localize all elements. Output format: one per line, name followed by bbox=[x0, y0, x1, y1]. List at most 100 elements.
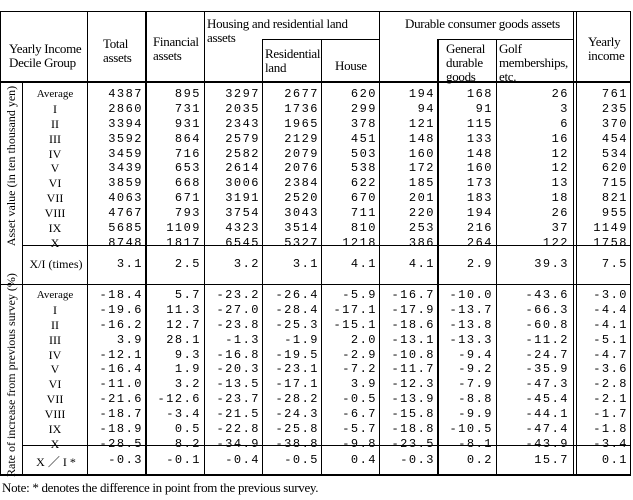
table-cell: -1.3 bbox=[225, 332, 260, 347]
group-label: IV bbox=[48, 146, 62, 161]
header-residential-land: Residential land bbox=[265, 46, 321, 75]
table-cell: 454 bbox=[601, 131, 628, 146]
table-cell: 1149 bbox=[593, 221, 628, 236]
table-cell: 160 bbox=[408, 146, 435, 161]
table-cell: 3191 bbox=[225, 191, 260, 206]
table-cell: 2.0 bbox=[350, 332, 377, 347]
table-cell: -18.9 bbox=[99, 422, 143, 437]
table-cell: -13.3 bbox=[449, 332, 493, 347]
table-cell: -16.4 bbox=[99, 362, 143, 377]
table-cell: 2076 bbox=[284, 161, 319, 176]
table-cell: 668 bbox=[174, 176, 201, 191]
table-cell: -13.1 bbox=[391, 332, 435, 347]
table-cell: -2.9 bbox=[342, 347, 377, 362]
table-cell: 1758 bbox=[593, 235, 628, 250]
rate-ratio-row-label: X ／ I * bbox=[36, 455, 76, 469]
table-cell: -17.9 bbox=[391, 302, 435, 317]
table-cell: 91 bbox=[475, 101, 493, 116]
divider bbox=[1, 284, 630, 285]
table-cell: -23.1 bbox=[275, 362, 319, 377]
rate-column-total-assets: -18.4 -19.6 -16.2 3.9 -12.1 -16.4 -11.0 -21.6 -1… bbox=[88, 288, 143, 452]
table-cell: 172 bbox=[408, 161, 435, 176]
group-label: VIII bbox=[44, 407, 66, 422]
table-cell: 2079 bbox=[284, 146, 319, 161]
table-cell: 160 bbox=[466, 161, 493, 176]
rate-column-residential-land: -26.4 -28.4 -25.3 -1.9 -19.5 -23.1 -17.1 -28.2-… bbox=[263, 288, 319, 452]
table-cell: 5.7 bbox=[174, 288, 201, 302]
table-cell: 3514 bbox=[284, 221, 319, 236]
table-cell: 173 bbox=[466, 176, 493, 191]
rate-ratio-row-cell: 0.1 bbox=[601, 453, 628, 467]
group-label: VII bbox=[46, 191, 64, 206]
header-total-assets: Total assets bbox=[103, 36, 132, 65]
table-cell: 3.9 bbox=[350, 377, 377, 392]
rate-ratio-row-cell: 0.4 bbox=[350, 453, 377, 467]
header-housing: Housing and residential land assets bbox=[207, 16, 348, 45]
table-cell: 264 bbox=[466, 235, 493, 250]
income-decile-asset-table: Yearly Income Decile Group Total assets … bbox=[0, 11, 631, 477]
table-cell: -26.4 bbox=[275, 288, 319, 302]
table-cell: 622 bbox=[350, 176, 377, 191]
table-cell: 3394 bbox=[108, 116, 143, 131]
header-golf: Golf memberships, etc. bbox=[499, 41, 568, 84]
table-cell: 1965 bbox=[284, 116, 319, 131]
table-cell: -23.7 bbox=[216, 392, 260, 407]
table-cell: -28.4 bbox=[275, 302, 319, 317]
table-cell: 1817 bbox=[166, 235, 201, 250]
group-labels-asset: Average I II III IV V VI VII VIII IX X bbox=[23, 87, 87, 251]
section-label-asset-value: Asset value (in ten thousand yen) bbox=[4, 85, 18, 247]
asset-value-column-house: 620 299 378 451 503 538 622 670 711 810 1218 bbox=[322, 87, 377, 251]
table-cell: 3439 bbox=[108, 161, 143, 176]
table-cell: 793 bbox=[174, 206, 201, 221]
table-cell: 148 bbox=[408, 131, 435, 146]
table-cell: 2614 bbox=[225, 161, 260, 176]
group-label: X bbox=[50, 436, 60, 451]
ratio-row-cell: 3.1 bbox=[292, 257, 319, 271]
table-cell: 26 bbox=[551, 206, 569, 221]
group-labels-rate: Average I II III IV V VI VII VIII IX X bbox=[23, 288, 87, 452]
rate-ratio-row-cell: -0.1 bbox=[166, 453, 201, 467]
table-cell: -12.1 bbox=[99, 347, 143, 362]
table-cell: -13.7 bbox=[449, 302, 493, 317]
header-general-durable: General durable goods bbox=[446, 41, 486, 84]
table-cell: 18 bbox=[551, 191, 569, 206]
table-cell: 1218 bbox=[342, 235, 377, 250]
table-cell: -5.1 bbox=[593, 332, 628, 347]
table-cell: -1.7 bbox=[593, 407, 628, 422]
table-cell: 2582 bbox=[225, 146, 260, 161]
table-cell: -45.4 bbox=[525, 392, 569, 407]
table-cell: 4063 bbox=[108, 191, 143, 206]
table-cell: 1109 bbox=[166, 221, 201, 236]
table-cell: 715 bbox=[601, 176, 628, 191]
table-cell: -17.1 bbox=[275, 377, 319, 392]
table-cell: -24.3 bbox=[275, 407, 319, 422]
table-cell: -24.7 bbox=[525, 347, 569, 362]
ratio-row-cell: 7.5 bbox=[601, 257, 628, 271]
table-cell: 6545 bbox=[225, 235, 260, 250]
table-cell: -18.7 bbox=[99, 407, 143, 422]
table-cell: -27.0 bbox=[216, 302, 260, 317]
table-cell: 185 bbox=[408, 176, 435, 191]
table-cell: -15.8 bbox=[391, 407, 435, 422]
table-cell: -2.1 bbox=[593, 392, 628, 407]
group-label: II bbox=[51, 317, 59, 332]
group-label: IV bbox=[48, 347, 62, 362]
table-cell: -19.5 bbox=[275, 347, 319, 362]
table-cell: 12 bbox=[551, 146, 569, 161]
ratio-row-cell: 4.1 bbox=[350, 257, 377, 271]
table-cell: 3859 bbox=[108, 176, 143, 191]
rate-ratio-row-cell: -0.5 bbox=[284, 453, 319, 467]
table-cell: -60.8 bbox=[525, 317, 569, 332]
rate-column-yearly-income: -3.0 -4.4 -4.1 -5.1 -4.7 -3.6 -2.8 -2.1 -1.7 -1.8… bbox=[577, 288, 628, 452]
table-cell: -8.1 bbox=[458, 436, 493, 451]
table-cell: 94 bbox=[417, 101, 435, 116]
table-cell: -23.2 bbox=[216, 288, 260, 302]
rate-column-durable-total: -16.7 -17.9 -18.6 -13.1 -10.8 -11.7 -12.3 -13.9… bbox=[380, 288, 435, 452]
table-cell: -12.3 bbox=[391, 377, 435, 392]
table-cell: 3297 bbox=[225, 87, 260, 101]
table-cell: -10.8 bbox=[391, 347, 435, 362]
table-cell: -7.9 bbox=[458, 377, 493, 392]
table-cell: 731 bbox=[174, 101, 201, 116]
table-cell: 235 bbox=[601, 101, 628, 116]
header-financial-assets: Financial assets bbox=[153, 34, 199, 63]
